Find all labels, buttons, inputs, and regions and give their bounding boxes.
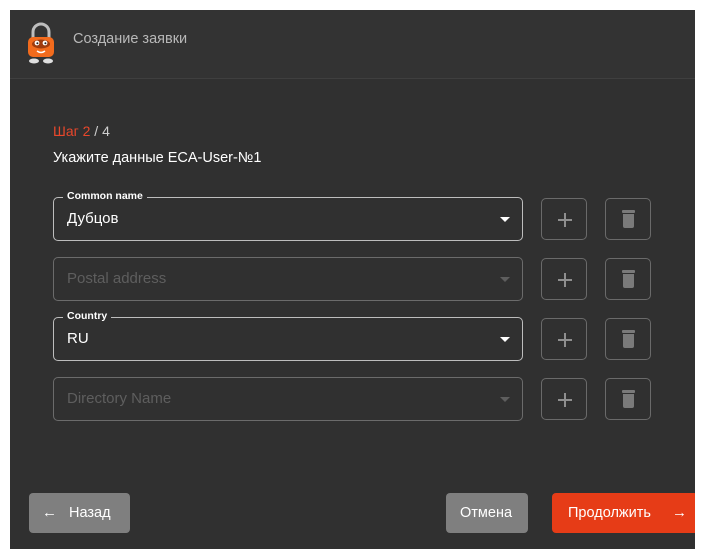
step-separator: / [90,123,103,139]
plus-icon [542,319,586,359]
trash-icon [622,390,635,408]
cancel-button[interactable]: Отмена [446,493,528,533]
add-country-button[interactable] [541,318,587,360]
country-value: RU [67,330,89,347]
lock-mascot-logo [28,22,54,64]
common-name-select[interactable]: Common name Дубцов [53,190,523,241]
trash-icon [622,210,635,228]
cancel-button-label: Отмена [460,505,513,521]
back-button[interactable]: ← Назад [29,493,130,533]
step-label: Шаг [53,123,79,139]
plus-icon [542,259,586,299]
common-name-value: Дубцов [67,210,119,227]
arrow-left-icon: ← [42,504,57,521]
back-button-label: Назад [69,505,111,521]
chevron-down-icon [500,277,510,282]
trash-icon [622,330,635,348]
step-current: Шаг 2 [53,123,90,139]
step-indicator: Шаг 2 / 4 [53,123,110,139]
directory-name-placeholder: Directory Name [67,390,172,407]
trash-icon [622,270,635,288]
chevron-down-icon [500,337,510,342]
delete-common-name-button[interactable] [605,198,651,240]
chevron-down-icon [500,217,510,222]
step-total: 4 [102,123,110,139]
postal-address-placeholder: Postal address [67,270,167,287]
add-postal-address-button[interactable] [541,258,587,300]
add-directory-name-button[interactable] [541,378,587,420]
delete-country-button[interactable] [605,318,651,360]
common-name-legend: Common name [63,190,147,202]
continue-button[interactable]: Продолжить → [552,493,695,533]
plus-icon [542,199,586,239]
chevron-down-icon [500,397,510,402]
request-dialog: Создание заявки Шаг 2 / 4 Укажите данные… [10,10,695,549]
postal-address-select[interactable]: Postal address [53,257,523,301]
step-subtitle: Укажите данные ECA-User-№1 [53,150,262,166]
continue-button-label: Продолжить [568,505,651,521]
delete-postal-address-button[interactable] [605,258,651,300]
country-select[interactable]: Country RU [53,310,523,361]
plus-icon [542,379,586,419]
window-title: Создание заявки [73,31,188,47]
delete-directory-name-button[interactable] [605,378,651,420]
title-bar: Создание заявки [10,10,695,79]
directory-name-select[interactable]: Directory Name [53,377,523,421]
arrow-right-icon: → [672,504,687,521]
country-legend: Country [63,310,112,322]
add-common-name-button[interactable] [541,198,587,240]
